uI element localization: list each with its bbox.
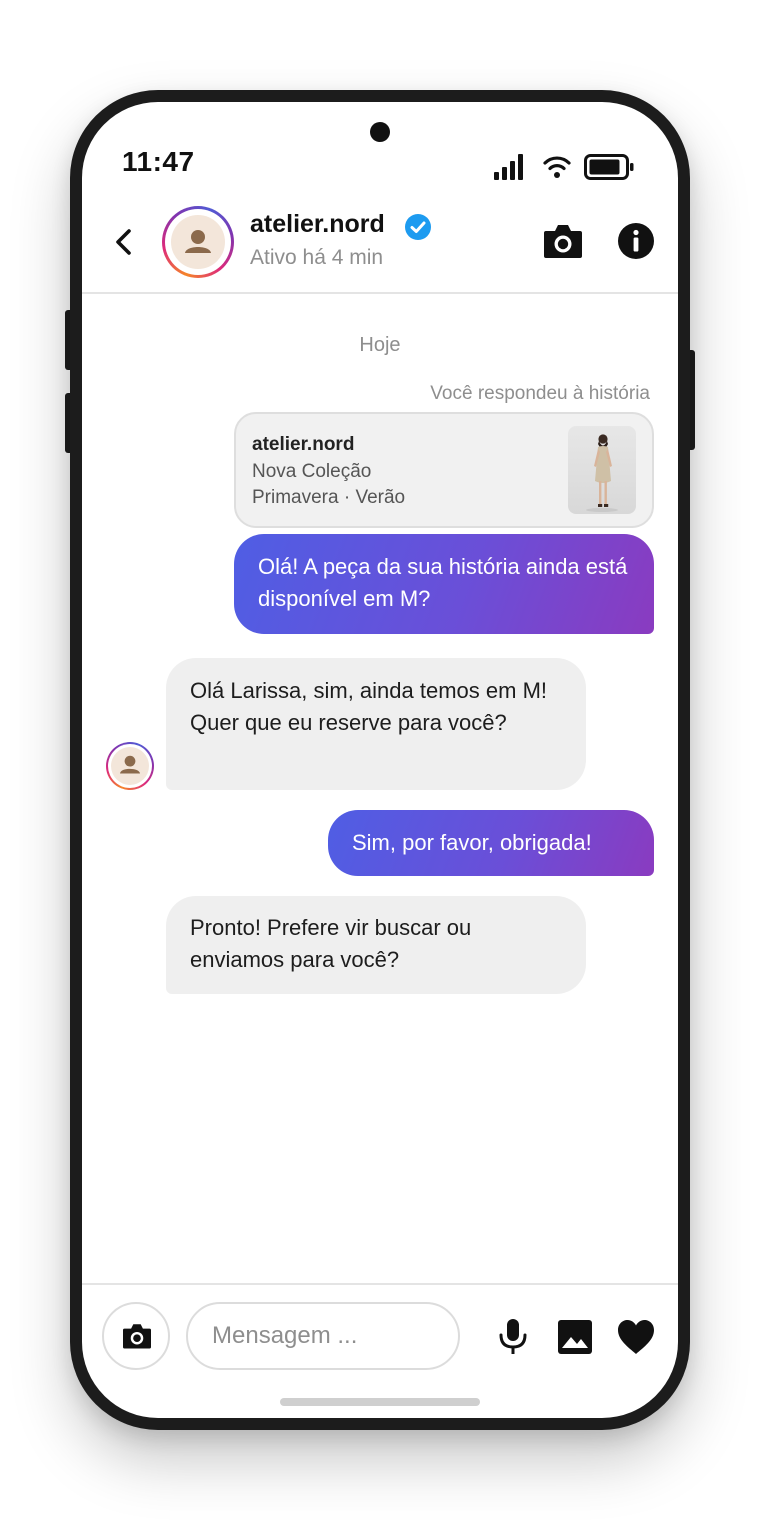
camera-icon [123,1324,151,1349]
verified-badge-icon [405,214,431,240]
battery-icon [584,154,634,180]
phone-screen: 11:47 atelier.nord Ativo há 4 min Hoje V… [82,102,678,1418]
message-incoming[interactable]: Olá Larissa, sim, ainda temos em M! Quer… [166,658,586,790]
person-icon [120,755,140,774]
composer-divider [82,1283,678,1285]
message-outgoing[interactable]: Sim, por favor, obrigada! [328,810,654,876]
story-caption-line: Nova Coleção [252,461,372,482]
story-reply-card[interactable]: atelier.nord Nova Coleção Primavera · Ve… [234,412,654,528]
status-time: 11:47 [122,146,195,177]
heart-icon[interactable] [616,1318,656,1356]
composer-camera-button[interactable] [102,1302,170,1370]
story-thumbnail[interactable] [568,426,636,514]
home-indicator[interactable] [280,1398,480,1406]
info-icon[interactable] [617,222,655,260]
message-outgoing[interactable]: Olá! A peça da sua história ainda está d… [234,534,654,634]
active-status: Ativo há 4 min [250,246,384,269]
header-divider [82,292,678,294]
person-icon [185,230,211,253]
story-caption-line: Primavera · Verão [252,487,406,508]
chat-username[interactable]: atelier.nord [250,210,385,239]
camera-icon[interactable] [542,222,584,260]
microphone-icon[interactable] [496,1318,530,1356]
status-icons [492,152,642,182]
message-input[interactable] [186,1302,460,1370]
image-icon[interactable] [556,1318,594,1356]
back-arrow-icon[interactable] [110,226,138,258]
model-photo [586,434,618,512]
story-account: atelier.nord [252,434,355,455]
front-camera [370,122,390,142]
wifi-icon [543,156,571,178]
sender-avatar[interactable] [106,742,154,790]
message-incoming[interactable]: Pronto! Prefere vir buscar ou enviamos p… [166,896,586,994]
signal-icon [494,154,523,180]
profile-avatar[interactable] [162,206,234,278]
date-separator: Hoje [359,334,401,356]
story-reply-note: Você respondeu à história [430,383,650,404]
